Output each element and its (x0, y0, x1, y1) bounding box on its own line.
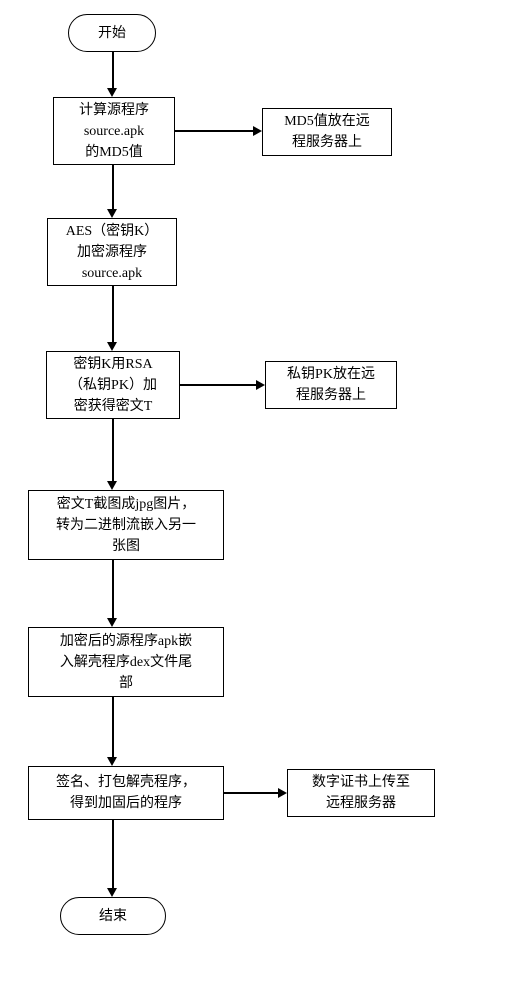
arrow-calcmd5-md5remote (175, 130, 255, 132)
arrowhead-rsa-pkremote (256, 380, 265, 390)
flow-pk-remote: 私钥PK放在远 程服务器上 (265, 361, 397, 409)
arrowhead-sign-end (107, 888, 117, 897)
flow-jpg-label: 密文T截图成jpg图片， 转为二进制流嵌入另一 张图 (56, 494, 196, 557)
flow-md5-remote-label: MD5值放在远 程服务器上 (284, 111, 370, 153)
flow-end: 结束 (60, 897, 166, 935)
arrowhead-aes-rsa (107, 342, 117, 351)
arrow-embed-sign (112, 697, 114, 759)
arrow-aes-rsa (112, 286, 114, 344)
flow-rsa: 密钥K用RSA （私钥PK）加 密获得密文T (46, 351, 180, 419)
arrow-rsa-jpg (112, 419, 114, 483)
arrowhead-start-calcmd5 (107, 88, 117, 97)
arrowhead-calcmd5-aes (107, 209, 117, 218)
flow-pk-remote-label: 私钥PK放在远 程服务器上 (287, 364, 375, 406)
arrow-sign-end (112, 820, 114, 890)
flow-calc-md5-label: 计算源程序 source.apk 的MD5值 (79, 100, 149, 163)
arrow-jpg-embed (112, 560, 114, 620)
arrow-calcmd5-aes (112, 165, 114, 211)
flow-jpg: 密文T截图成jpg图片， 转为二进制流嵌入另一 张图 (28, 490, 224, 560)
flow-md5-remote: MD5值放在远 程服务器上 (262, 108, 392, 156)
flow-start-label: 开始 (98, 23, 126, 44)
flow-end-label: 结束 (99, 906, 127, 927)
flow-cert-remote-label: 数字证书上传至 远程服务器 (312, 772, 410, 814)
flow-embed: 加密后的源程序apk嵌 入解壳程序dex文件尾 部 (28, 627, 224, 697)
arrowhead-rsa-jpg (107, 481, 117, 490)
arrowhead-embed-sign (107, 757, 117, 766)
flow-rsa-label: 密钥K用RSA （私钥PK）加 密获得密文T (69, 354, 157, 417)
flow-sign-label: 签名、打包解壳程序， 得到加固后的程序 (56, 772, 196, 814)
arrow-start-calcmd5 (112, 52, 114, 90)
flow-sign: 签名、打包解壳程序， 得到加固后的程序 (28, 766, 224, 820)
arrowhead-jpg-embed (107, 618, 117, 627)
flow-start: 开始 (68, 14, 156, 52)
flow-aes-label: AES（密钥K） 加密源程序 source.apk (66, 221, 159, 284)
arrowhead-sign-certremote (278, 788, 287, 798)
arrowhead-calcmd5-md5remote (253, 126, 262, 136)
flow-aes: AES（密钥K） 加密源程序 source.apk (47, 218, 177, 286)
arrow-sign-certremote (224, 792, 280, 794)
flow-calc-md5: 计算源程序 source.apk 的MD5值 (53, 97, 175, 165)
arrow-rsa-pkremote (180, 384, 258, 386)
flow-embed-label: 加密后的源程序apk嵌 入解壳程序dex文件尾 部 (60, 631, 192, 694)
flow-cert-remote: 数字证书上传至 远程服务器 (287, 769, 435, 817)
